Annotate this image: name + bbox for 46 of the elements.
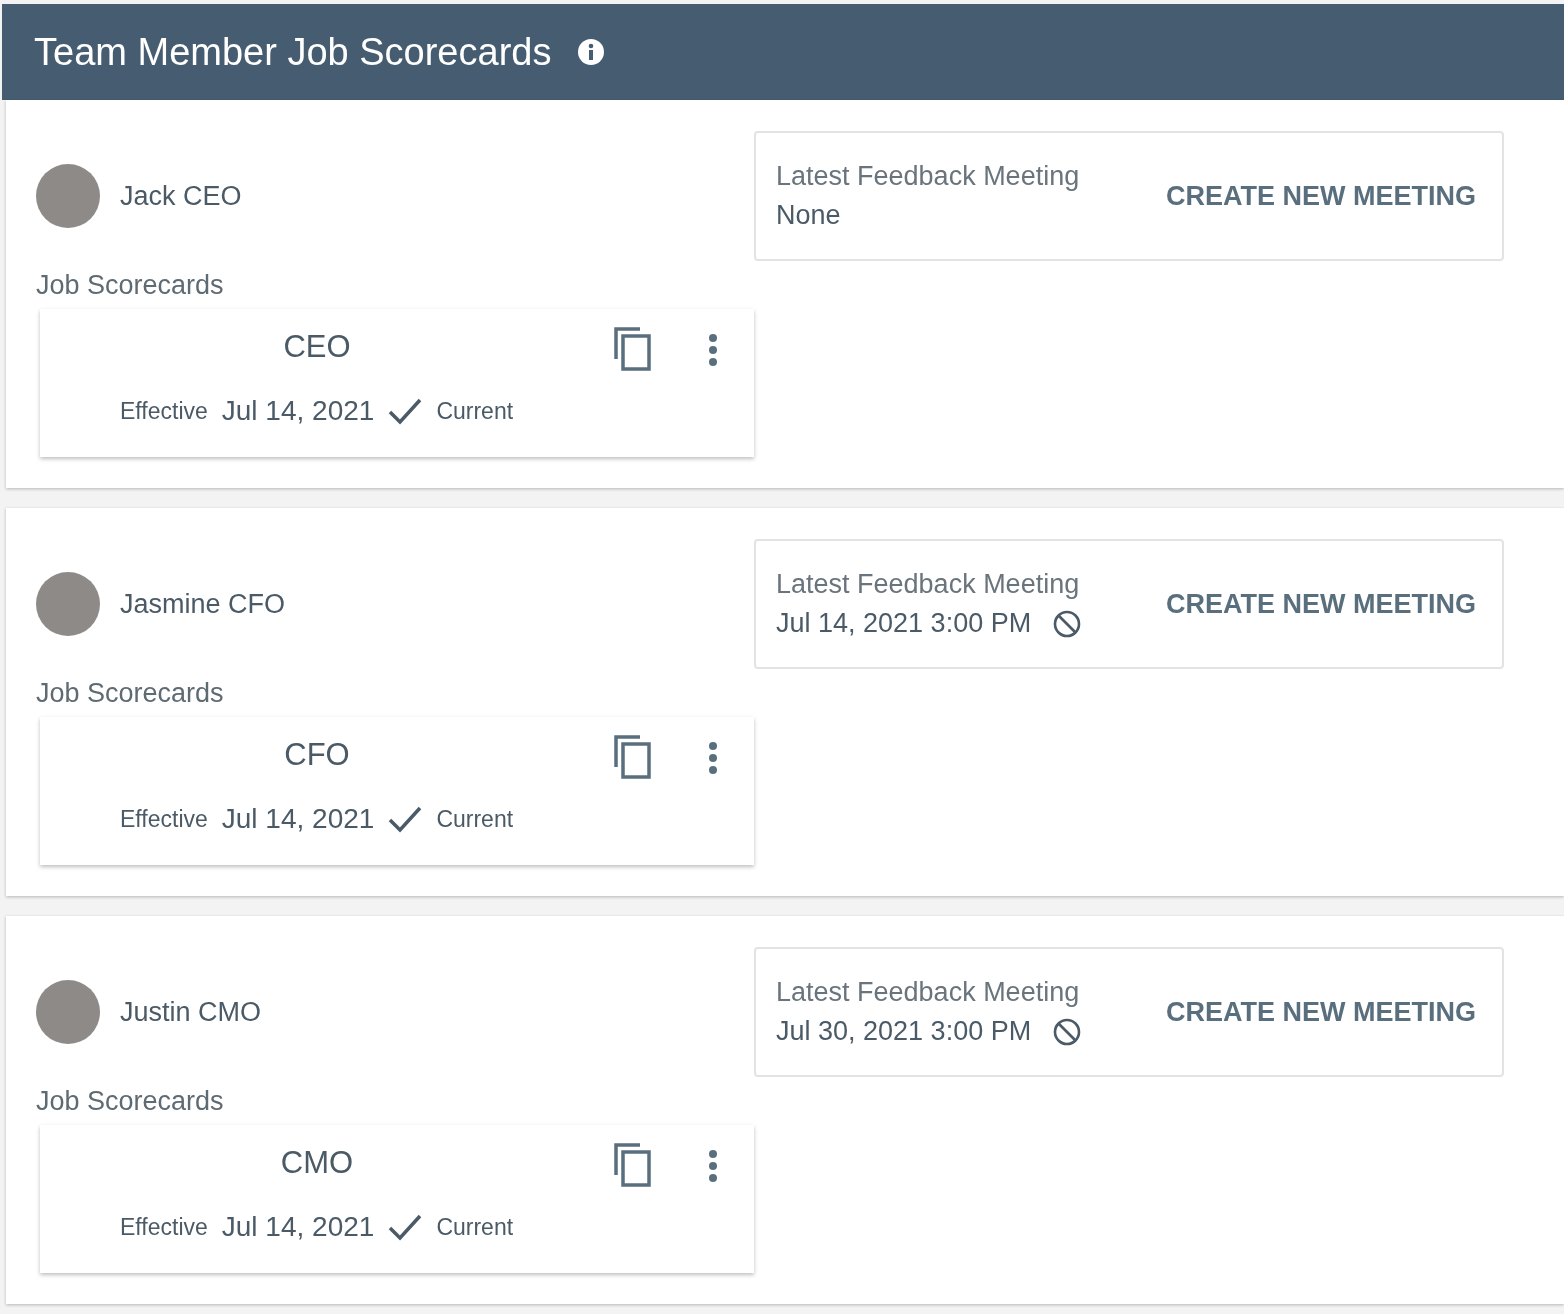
create-meeting-button[interactable]: CREATE NEW MEETING [1156,172,1486,220]
section-label: Job Scorecards [36,678,225,709]
status-text: Current [436,1213,514,1241]
feedback-value: Jul 14, 2021 3:00 PM [776,608,1032,639]
feedback-label: Latest Feedback Meeting [776,569,1081,600]
scorecard-title: CEO [282,329,352,365]
copy-icon [612,325,652,371]
effective-label: Effective [120,1213,208,1241]
page-title: Team Member Job Scorecards [34,30,552,74]
effective-date: Jul 14, 2021 [221,395,375,427]
effective-date: Jul 14, 2021 [221,803,375,835]
copy-button[interactable] [612,325,652,371]
more-icon [708,333,718,367]
create-meeting-button[interactable]: CREATE NEW MEETING [1156,988,1486,1036]
more-button[interactable] [708,1149,718,1183]
feedback-value: None [776,200,841,231]
scorecard-card[interactable]: CMO Effective Jul 14, 2021 Current [40,1125,754,1273]
feedback-value: Jul 30, 2021 3:00 PM [776,1016,1032,1047]
scorecard-title: CMO [279,1145,355,1181]
feedback-label: Latest Feedback Meeting [776,161,1081,192]
effective-label: Effective [120,397,208,425]
status-text: Current [436,805,514,833]
effective-label: Effective [120,805,208,833]
create-meeting-button[interactable]: CREATE NEW MEETING [1156,580,1486,628]
section-label: Job Scorecards [36,1086,225,1117]
copy-button[interactable] [612,733,652,779]
more-button[interactable] [708,333,718,367]
scorecard-card[interactable]: CEO Effective Jul 14, 2021 Current [40,309,754,457]
info-icon[interactable] [577,38,606,66]
feedback-label: Latest Feedback Meeting [776,977,1081,1008]
copy-icon [612,1141,652,1187]
member-name: Jack CEO [120,180,242,212]
scorecard-card[interactable]: CFO Effective Jul 14, 2021 Current [40,717,754,865]
scorecard-title: CFO [283,737,351,773]
more-icon [708,1149,718,1183]
member-name: Justin CMO [120,996,262,1028]
cancel-icon[interactable] [1053,1017,1082,1046]
copy-button[interactable] [612,1141,652,1187]
cancel-icon[interactable] [1053,609,1082,638]
more-button[interactable] [708,741,718,775]
more-icon [708,741,718,775]
section-label: Job Scorecards [36,270,225,301]
status-text: Current [436,397,514,425]
member-name: Jasmine CFO [120,588,286,620]
effective-date: Jul 14, 2021 [221,1211,375,1243]
copy-icon [612,733,652,779]
